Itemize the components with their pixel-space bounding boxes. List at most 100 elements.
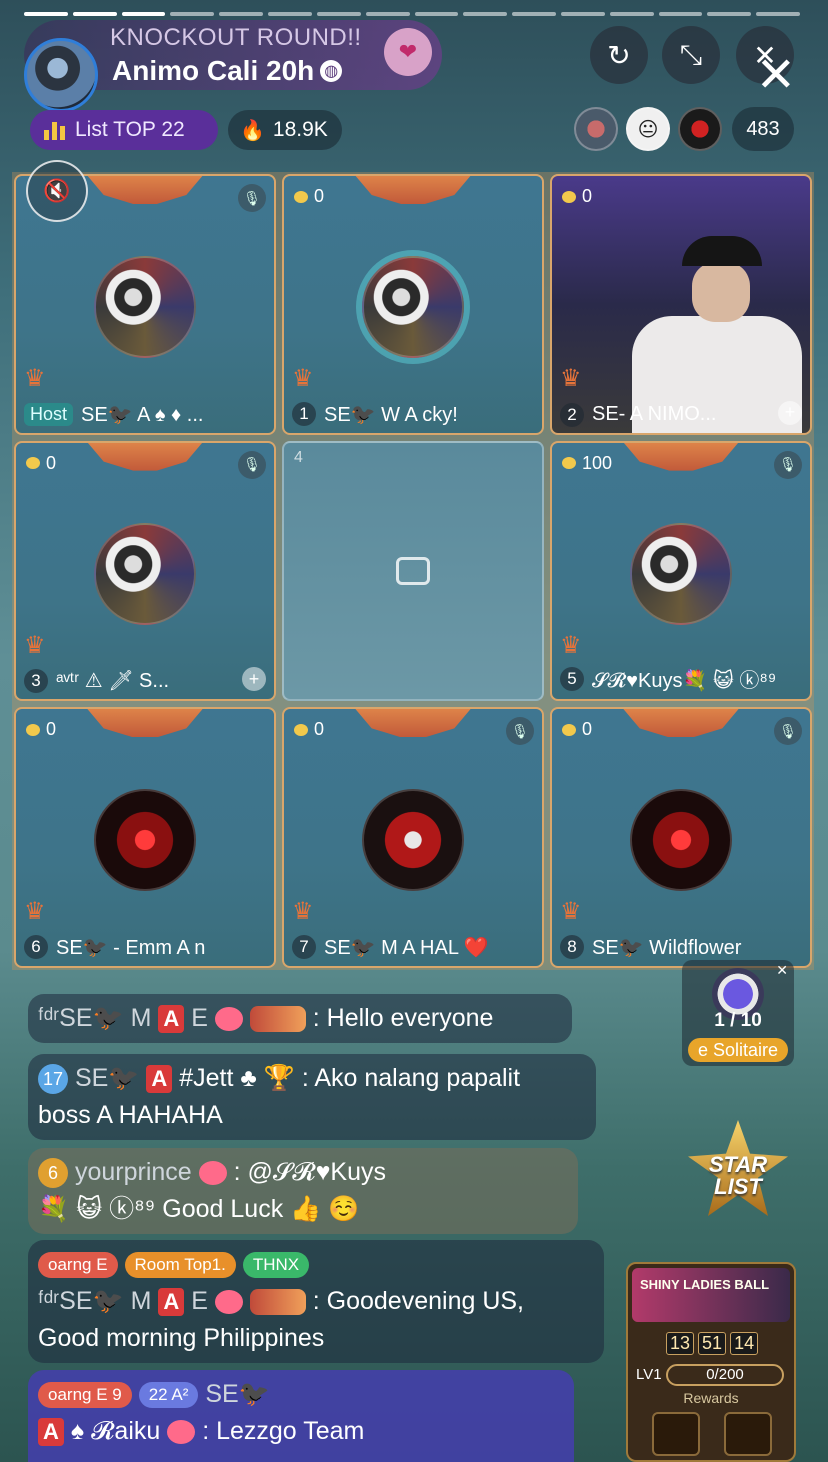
star-list-button[interactable]: STAR LIST <box>688 1120 788 1216</box>
share-icon[interactable]: ↻ <box>590 26 648 84</box>
reward-box-icon[interactable] <box>652 1412 700 1456</box>
seat-1[interactable]: 0 ♛ 1 SE🐦‍⬛ W A cky! <box>282 174 544 435</box>
letter-a-badge: A <box>158 1005 185 1033</box>
rank-laurel-icon: ♛ <box>24 631 46 659</box>
rank-laurel-icon: ♛ <box>24 898 46 926</box>
chat-message[interactable]: 17 SE🐦‍⬛ A #Jett ♣ 🏆 : Ako nalang papali… <box>28 1054 596 1140</box>
heart-badge-icon <box>214 1007 243 1032</box>
seat-number: 3 <box>24 668 48 693</box>
reward-box-icon[interactable] <box>724 1412 772 1456</box>
seat-label: 5 𝓢𝓡♥Kuys💐 😺 ⓚ⁸⁹ <box>560 664 802 693</box>
host-avatar[interactable] <box>24 38 98 112</box>
seat-coins: 0 <box>26 453 56 474</box>
letter-a-badge: A <box>38 1418 64 1446</box>
chat-message[interactable]: ᶠᵈʳSE🐦‍⬛ M A E : Hello everyone <box>28 994 572 1043</box>
fan-badge: oarng E 9 <box>38 1382 132 1409</box>
seat-coins: 100 <box>562 453 612 474</box>
top-viewers[interactable]: 😐 <box>574 107 722 151</box>
leaderboard-icon <box>44 120 65 140</box>
chat-sender-suffix: E <box>191 1287 208 1315</box>
seat-frame-crest <box>354 175 472 204</box>
mic-muted-icon: 🎙 <box>238 184 266 212</box>
popularity-badge[interactable]: 🔥 18.9K <box>228 110 342 150</box>
seat-2[interactable]: 0 ♛ 2 SE- A NIMO... + <box>550 174 812 435</box>
add-icon[interactable]: + <box>778 400 802 425</box>
seat-frame-crest <box>354 709 472 738</box>
star-list-label: STAR LIST <box>708 1152 768 1199</box>
seat-avatar[interactable] <box>630 789 732 892</box>
seat-4-empty[interactable]: 4 <box>282 440 544 702</box>
seat-avatar[interactable] <box>94 789 196 892</box>
solitaire-widget[interactable]: ✕ 1 / 10 e Solitaire <box>682 960 794 1066</box>
seat-avatar[interactable] <box>362 789 464 892</box>
coin-icon <box>562 190 576 203</box>
chat-sender: ᶠᵈʳSE🐦‍⬛ M <box>38 1004 152 1032</box>
coin-count: 0 <box>314 186 325 206</box>
seat-5[interactable]: 100 🎙 ♛ 5 𝓢𝓡♥Kuys💐 😺 ⓚ⁸⁹ <box>550 440 812 702</box>
seat-frame-crest <box>622 709 740 738</box>
list-top-button[interactable]: List TOP 22 <box>30 110 218 150</box>
seat-name: ᵃᵛᵗʳ ⚠ 🗡 S... <box>56 670 170 693</box>
seat-frame-crest <box>86 175 204 204</box>
seat-avatar[interactable] <box>94 522 196 625</box>
seat-6[interactable]: 0 ♛ 6 SE🐦‍⬛ - Emm A n <box>14 707 276 968</box>
follow-lips-icon[interactable]: ❤ <box>384 28 432 76</box>
chat-text-2: 💐 😺 ⓚ⁸⁹ Good Luck 👍 ☺️ <box>38 1195 360 1223</box>
seat-grid: 🎙 ♛ Host SE🐦‍⬛ A ♠ ♦ ... 0 ♛ 1 SE🐦‍⬛ W A… <box>12 172 814 970</box>
chat-message[interactable]: oarng E Room Top1. THNX ᶠᵈʳSE🐦‍⬛ M A E :… <box>28 1240 604 1363</box>
letter-a-badge: A <box>158 1288 185 1316</box>
story-progress-bar <box>24 12 800 16</box>
viewer-avatar[interactable]: 😐 <box>626 107 670 151</box>
seat-coins: 0 <box>562 186 592 207</box>
room-top-badge: Room Top1. <box>124 1252 236 1279</box>
event-level: LV1 <box>636 1366 662 1383</box>
emblem-badge-icon <box>249 1006 306 1033</box>
viewer-avatar[interactable] <box>678 107 722 151</box>
list-top-label: List TOP 22 <box>75 118 185 141</box>
seat-avatar[interactable] <box>94 256 196 358</box>
letter-a-badge: A <box>146 1065 173 1093</box>
seat-avatar[interactable] <box>630 522 732 625</box>
minimize-icon[interactable]: ⤡ <box>662 26 720 84</box>
coin-count: 0 <box>582 719 593 740</box>
seat-coins: 0 <box>294 719 324 740</box>
globe-icon: ◍ <box>320 60 343 82</box>
seat-coins: 0 <box>562 719 592 740</box>
viewer-count[interactable]: 483 <box>732 107 794 151</box>
seat-label: 1 SE🐦‍⬛ W A cky! <box>292 402 534 427</box>
thnx-badge: THNX <box>242 1252 310 1279</box>
seat-frame-crest <box>86 442 204 471</box>
rank-laurel-icon: ♛ <box>24 365 46 392</box>
seat-number: 4 <box>294 448 303 466</box>
seat-avatar[interactable] <box>362 256 464 358</box>
chat-sender: SE🐦‍⬛ <box>74 1064 140 1092</box>
timer-seconds: 14 <box>730 1332 759 1355</box>
seat-7[interactable]: 0 🎙 ♛ 7 SE🐦‍⬛ M A HAL ❤️ <box>282 707 544 968</box>
rank-laurel-icon: ♛ <box>292 365 314 392</box>
seat-coins: 0 <box>294 186 324 207</box>
event-widget[interactable]: SHINY LADIES BALL 13 51 14 LV1 0/200 Rew… <box>626 1262 796 1462</box>
viewer-avatar[interactable] <box>574 107 618 151</box>
coin-count: 100 <box>582 452 613 473</box>
seat-label: 3 ᵃᵛᵗʳ ⚠ 🗡 S... <box>24 668 266 693</box>
close-icon[interactable]: ✕ <box>756 52 796 100</box>
seat-3[interactable]: 0 🎙 ♛ 3 ᵃᵛᵗʳ ⚠ 🗡 S... + <box>14 440 276 702</box>
mic-muted-icon: 🎙 <box>238 450 266 479</box>
rank-laurel-icon: ♛ <box>560 365 582 392</box>
chat-sender-suffix: #Jett ♣ 🏆 <box>179 1064 295 1092</box>
level-badge: 22 A² <box>138 1382 199 1409</box>
chat-message[interactable]: oarng E 9 22 A² SE🐦‍⬛ A ♠ 𝓡aiku : Lezzgo… <box>28 1370 574 1462</box>
seat-8[interactable]: 0 🎙 ♛ 8 SE🐦‍⬛ Wildflower <box>550 707 812 968</box>
level-badge: 17 <box>38 1064 68 1095</box>
room-title[interactable]: Animo Cali 20h ◍ <box>112 55 343 87</box>
solitaire-name: e Solitaire <box>688 1038 788 1062</box>
close-icon[interactable]: ✕ <box>776 962 788 979</box>
timer-minutes: 51 <box>698 1332 727 1355</box>
coin-count: 0 <box>582 186 593 206</box>
chat-text-2: boss A HAHAHA <box>38 1101 223 1129</box>
seat-number: 2 <box>560 402 584 427</box>
chat-message[interactable]: 6 yourprince : @𝓢𝓡♥Kuys 💐 😺 ⓚ⁸⁹ Good Luc… <box>28 1148 578 1234</box>
seat-number: 8 <box>560 935 584 960</box>
speaker-muted-icon[interactable]: 🔇 <box>26 160 88 222</box>
seat-label: 6 SE🐦‍⬛ - Emm A n <box>24 935 266 960</box>
